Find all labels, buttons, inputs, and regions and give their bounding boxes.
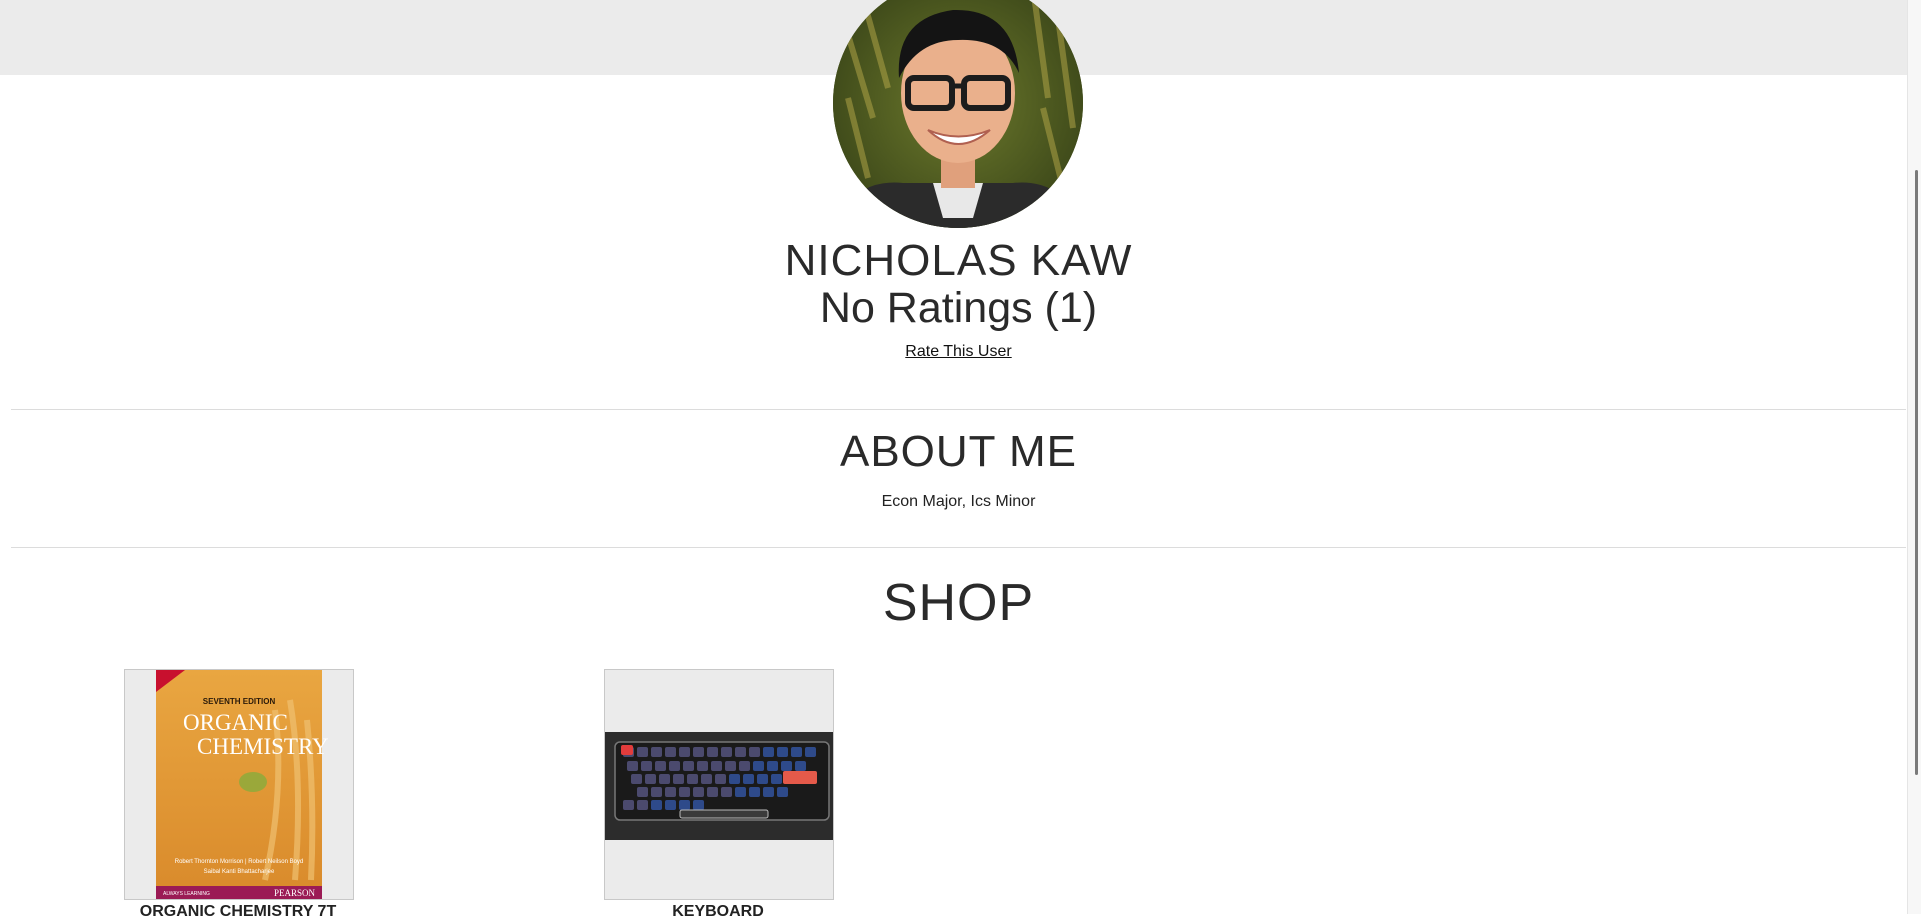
- about-me-heading: ABOUT ME: [839, 427, 1077, 476]
- section-divider: [11, 409, 1906, 410]
- book-authors-line1: Robert Thornton Morrison | Robert Neilso…: [175, 859, 304, 865]
- book-authors-line2: Saibal Kanti Bhattacharjee: [204, 869, 275, 875]
- about-me-text: Econ Major, Ics Minor: [881, 493, 1036, 510]
- book-edition: SEVENTH EDITION: [203, 697, 276, 706]
- shop-item-title[interactable]: ORGANIC CHEMISTRY 7T: [123, 903, 353, 921]
- book-series-label: ALWAYS LEARNING: [163, 891, 210, 897]
- shop-heading: SHOP: [882, 574, 1035, 632]
- section-divider: [11, 547, 1906, 548]
- page-scrollbar[interactable]: [1907, 0, 1921, 914]
- user-rating: No Ratings (1): [819, 284, 1098, 332]
- shop-item-title[interactable]: KEYBOARD: [603, 903, 833, 921]
- book-publisher: PEARSON: [274, 888, 316, 898]
- shop-item-card[interactable]: SEVENTH EDITION ORGANIC CHEMISTRY Robert…: [124, 669, 354, 900]
- book-title-line2: CHEMISTRY: [197, 734, 329, 759]
- user-name: NICHOLAS KAW: [784, 236, 1133, 285]
- book-cover-image: SEVENTH EDITION ORGANIC CHEMISTRY Robert…: [156, 670, 329, 899]
- user-avatar: [833, 0, 1083, 228]
- shop-item-card[interactable]: [604, 669, 834, 900]
- rate-user-link-row: Rate This User: [0, 343, 1917, 361]
- page-scrollbar-thumb[interactable]: [1915, 170, 1918, 775]
- rate-user-link[interactable]: Rate This User: [905, 343, 1011, 360]
- book-title-line1: ORGANIC: [183, 710, 288, 735]
- keyboard-image: [605, 732, 833, 840]
